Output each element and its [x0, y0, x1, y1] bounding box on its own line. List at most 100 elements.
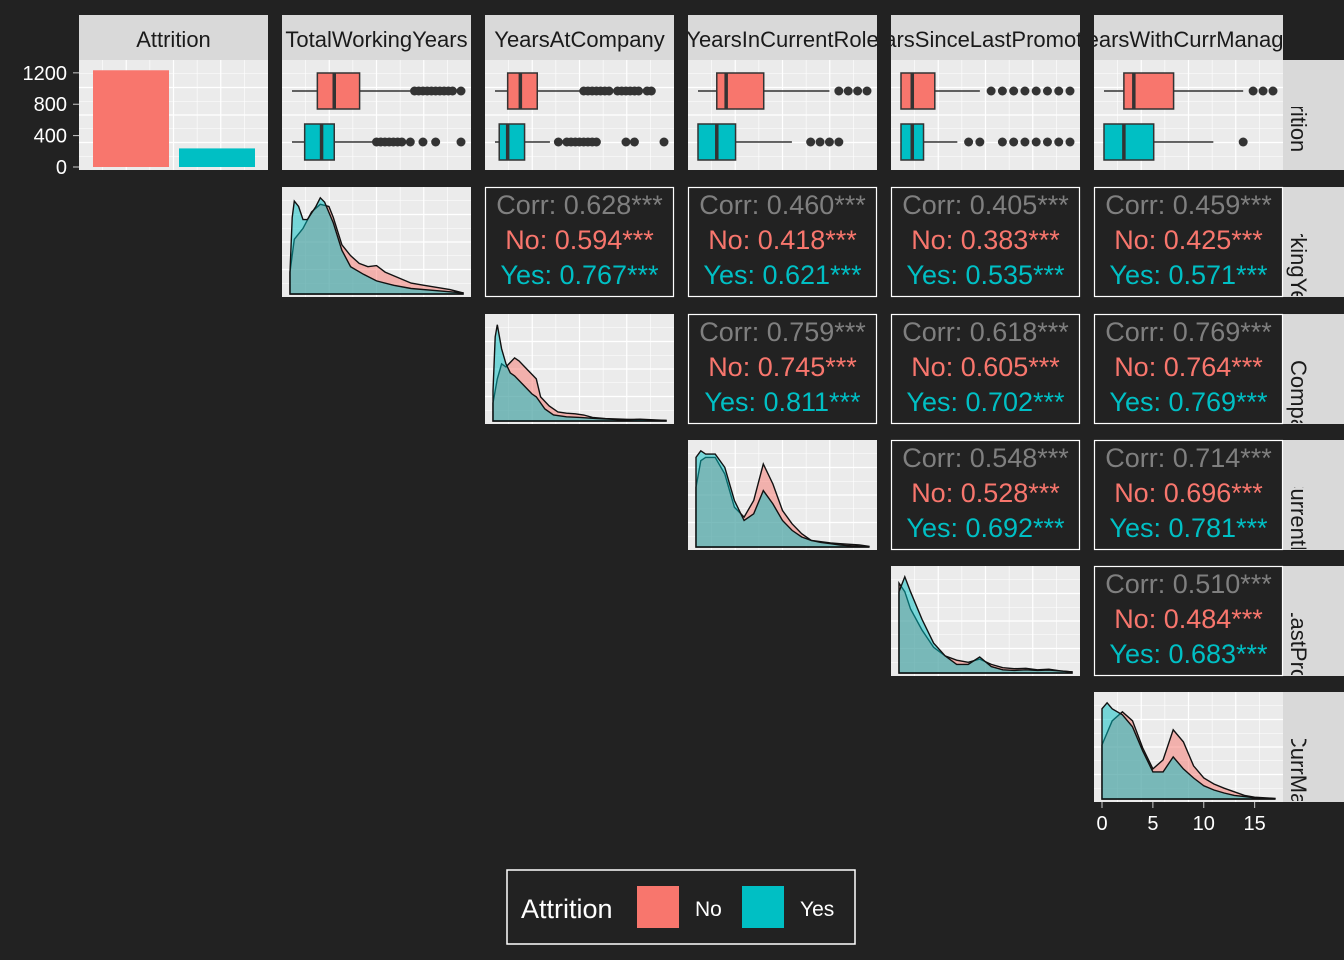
outlier-point: [1031, 137, 1041, 147]
row-strip-TotalWorkingYears: TotalWorkingYears: [1283, 151, 1344, 333]
corr-yes: Yes: 0.535***: [906, 260, 1065, 290]
corr-yes: Yes: 0.767***: [500, 260, 659, 290]
outlier-point: [997, 137, 1007, 147]
column-strip-YearsAtCompany: YearsAtCompany: [485, 15, 674, 60]
attrition-bar-panel: 0 400 800 1200: [23, 60, 268, 179]
corr-no: No: 0.696***: [1114, 478, 1263, 508]
outlier-point: [1042, 86, 1052, 96]
outlier-point: [1065, 137, 1075, 147]
outlier-point: [621, 137, 631, 147]
strip-label: YearsAtCompany: [494, 27, 664, 52]
density-panel-YearsInCurrentRole: [688, 440, 877, 550]
corr-overall: Corr: 0.405***: [902, 190, 1069, 220]
corr-overall: Corr: 0.628***: [496, 190, 663, 220]
legend-label-Yes: Yes: [800, 898, 834, 921]
box-Yes: [303, 123, 335, 161]
y-tick-label: 800: [34, 94, 67, 116]
corr-no: No: 0.383***: [911, 225, 1060, 255]
legend-key-Yes: [742, 886, 784, 928]
strip-label: YearsSinceLastPromotion: [859, 27, 1111, 52]
outlier-point: [862, 86, 872, 96]
strip-label: YearsWithCurrManager: [1074, 27, 1303, 52]
outlier-point: [659, 137, 669, 147]
corr-no: No: 0.764***: [1114, 352, 1263, 382]
corr-overall: Corr: 0.459***: [1105, 190, 1272, 220]
strip-label: YearsAtCompany: [1286, 284, 1311, 454]
strip-label: YearsInCurrentRole: [1286, 399, 1311, 591]
x-tick-label: 0: [1096, 813, 1107, 835]
corr-no: No: 0.745***: [708, 352, 857, 382]
bar-Yes: [179, 148, 255, 167]
corr-overall: Corr: 0.618***: [902, 317, 1069, 347]
outlier-point: [1009, 86, 1019, 96]
box-No: [506, 72, 538, 110]
outlier-point: [1020, 137, 1030, 147]
column-strip-Attrition: Attrition: [79, 15, 268, 60]
x-tick-label: 10: [1193, 813, 1215, 835]
legend-title: Attrition: [521, 894, 613, 924]
outlier-point: [604, 86, 614, 96]
boxplot-panel-TotalWorkingYears: [282, 60, 471, 170]
outlier-point: [843, 86, 853, 96]
box-Yes: [1103, 123, 1155, 161]
outlier-point: [1042, 137, 1052, 147]
box-No: [1123, 72, 1175, 110]
boxplot-panel-YearsWithCurrManager: [1094, 60, 1283, 170]
box-No: [316, 72, 361, 110]
corr-panel-YearsAtCompany-YearsInCurrentRole: Corr: 0.759*** No: 0.745*** Yes: 0.811***: [687, 313, 878, 425]
outlier-point: [1258, 86, 1268, 96]
corr-overall: Corr: 0.759***: [699, 317, 866, 347]
box-Yes: [498, 123, 526, 161]
strip-label: TotalWorkingYears: [1286, 151, 1311, 333]
outlier-point: [431, 137, 441, 147]
y-tick-label: 400: [34, 126, 67, 148]
corr-overall: Corr: 0.714***: [1105, 443, 1272, 473]
outlier-point: [646, 86, 656, 96]
outlier-point: [986, 86, 996, 96]
strip-label: YearsInCurrentRole: [686, 27, 878, 52]
corr-no: No: 0.605***: [911, 352, 1060, 382]
outlier-point: [1054, 137, 1064, 147]
corr-panel-TotalWorkingYears-YearsWithCurrManager: Corr: 0.459*** No: 0.425*** Yes: 0.571***: [1093, 186, 1284, 298]
corr-yes: Yes: 0.683***: [1109, 639, 1268, 669]
boxplot-panel-YearsSinceLastPromotion: [891, 60, 1080, 170]
y-tick-label: 0: [56, 157, 67, 179]
corr-panel-YearsAtCompany-YearsSinceLastPromotion: Corr: 0.618*** No: 0.605*** Yes: 0.702***: [890, 313, 1081, 425]
corr-yes: Yes: 0.811***: [704, 387, 861, 417]
outlier-point: [1031, 86, 1041, 96]
x-tick-label: 5: [1147, 813, 1158, 835]
column-strip-YearsInCurrentRole: YearsInCurrentRole: [686, 15, 878, 60]
corr-no: No: 0.594***: [505, 225, 654, 255]
corr-panel-YearsAtCompany-YearsWithCurrManager: Corr: 0.769*** No: 0.764*** Yes: 0.769***: [1093, 313, 1284, 425]
corr-panel-YearsSinceLastPromotion-YearsWithCurrManager: Corr: 0.510*** No: 0.484*** Yes: 0.683***: [1093, 565, 1284, 677]
outlier-point: [448, 86, 458, 96]
outlier-point: [405, 137, 415, 147]
column-strip-YearsWithCurrManager: YearsWithCurrManager: [1074, 15, 1303, 60]
outlier-point: [997, 86, 1007, 96]
outlier-point: [1054, 86, 1064, 96]
density-panel-TotalWorkingYears: [282, 187, 471, 297]
legend: Attrition No Yes: [506, 869, 856, 945]
corr-yes: Yes: 0.769***: [1109, 387, 1268, 417]
outlier-point: [456, 137, 466, 147]
corr-yes: Yes: 0.571***: [1109, 260, 1268, 290]
corr-no: No: 0.425***: [1114, 225, 1263, 255]
corr-panel-TotalWorkingYears-YearsAtCompany: Corr: 0.628*** No: 0.594*** Yes: 0.767***: [484, 186, 675, 298]
outlier-point: [629, 137, 639, 147]
corr-yes: Yes: 0.692***: [906, 513, 1065, 543]
legend-label-No: No: [695, 898, 722, 921]
outlier-point: [591, 137, 601, 147]
legend-key-No: [637, 886, 679, 928]
column-strip-YearsSinceLastPromotion: YearsSinceLastPromotion: [859, 15, 1111, 60]
outlier-point: [824, 137, 834, 147]
outlier-point: [418, 137, 428, 147]
y-tick-label: 1200: [23, 63, 68, 85]
outlier-point: [1238, 137, 1248, 147]
outlier-point: [975, 137, 985, 147]
corr-panel-TotalWorkingYears-YearsSinceLastPromotion: Corr: 0.405*** No: 0.383*** Yes: 0.535***: [890, 186, 1081, 298]
density-panel-YearsWithCurrManager: [1094, 692, 1283, 802]
corr-yes: Yes: 0.621***: [703, 260, 862, 290]
strip-label: TotalWorkingYears: [285, 27, 467, 52]
outlier-point: [964, 137, 974, 147]
pairs-plot: Attrition TotalWorkingYears YearsAtCompany…: [23, 15, 1344, 945]
